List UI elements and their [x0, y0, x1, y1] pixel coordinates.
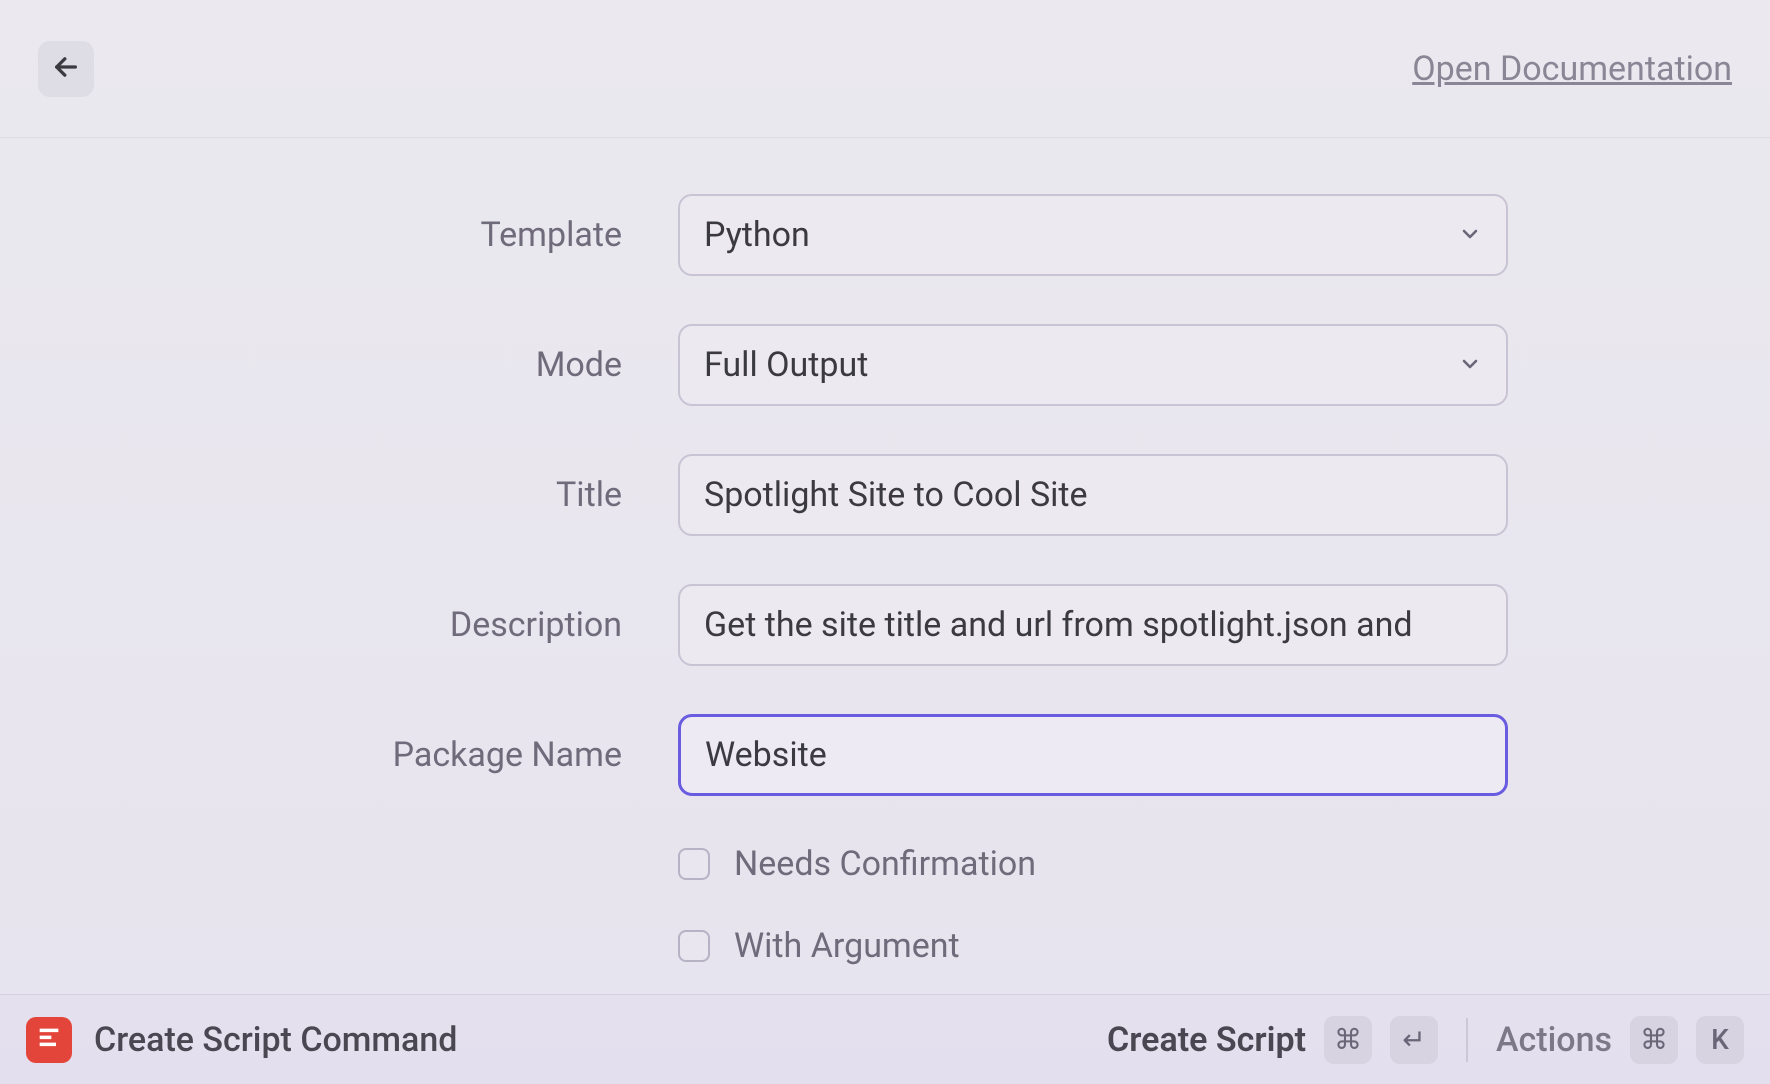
title-row: Title — [262, 454, 1508, 536]
package-name-label: Package Name — [262, 735, 622, 775]
template-label: Template — [262, 215, 622, 255]
footer-divider — [1466, 1018, 1468, 1062]
description-input[interactable] — [704, 586, 1482, 664]
package-name-input-wrapper — [678, 714, 1508, 796]
description-row: Description — [262, 584, 1508, 666]
description-input-wrapper — [678, 584, 1508, 666]
title-input-wrapper — [678, 454, 1508, 536]
back-button[interactable] — [38, 41, 94, 97]
mode-select[interactable]: Full Output — [678, 324, 1508, 406]
command-key-icon: ⌘ — [1630, 1016, 1678, 1064]
create-script-button[interactable]: Create Script — [1107, 1020, 1306, 1060]
template-row: Template Python — [262, 194, 1508, 276]
mode-label: Mode — [262, 345, 622, 385]
footer-title: Create Script Command — [94, 1020, 457, 1060]
return-key-icon: ↵ — [1390, 1016, 1438, 1064]
description-label: Description — [262, 605, 622, 645]
mode-value: Full Output — [704, 345, 868, 385]
footer-left: Create Script Command — [26, 1017, 457, 1063]
footer-right: Create Script ⌘ ↵ Actions ⌘ K — [1107, 1016, 1744, 1064]
chevron-down-icon — [1458, 345, 1482, 385]
footer: Create Script Command Create Script ⌘ ↵ … — [0, 994, 1770, 1084]
arrow-left-icon — [52, 53, 80, 85]
form: Template Python Mode Full Output Title D… — [0, 138, 1770, 966]
open-documentation-link[interactable]: Open Documentation — [1412, 49, 1732, 89]
title-input[interactable] — [704, 456, 1482, 534]
app-icon — [26, 1017, 72, 1063]
title-label: Title — [262, 475, 622, 515]
template-select[interactable]: Python — [678, 194, 1508, 276]
script-icon — [35, 1024, 63, 1056]
checkbox-section: Needs Confirmation With Argument — [262, 844, 1508, 966]
with-argument-label: With Argument — [734, 926, 960, 966]
template-value: Python — [704, 215, 810, 255]
mode-row: Mode Full Output — [262, 324, 1508, 406]
command-key-icon: ⌘ — [1324, 1016, 1372, 1064]
k-key-icon: K — [1696, 1016, 1744, 1064]
actions-button[interactable]: Actions — [1496, 1020, 1612, 1060]
with-argument-row: With Argument — [678, 926, 1508, 966]
with-argument-checkbox[interactable] — [678, 930, 710, 962]
package-name-input[interactable] — [705, 717, 1481, 793]
needs-confirmation-label: Needs Confirmation — [734, 844, 1036, 884]
package-name-row: Package Name — [262, 714, 1508, 796]
needs-confirmation-checkbox[interactable] — [678, 848, 710, 880]
needs-confirmation-row: Needs Confirmation — [678, 844, 1508, 884]
checkbox-group: Needs Confirmation With Argument — [678, 844, 1508, 966]
header: Open Documentation — [0, 0, 1770, 138]
chevron-down-icon — [1458, 215, 1482, 255]
